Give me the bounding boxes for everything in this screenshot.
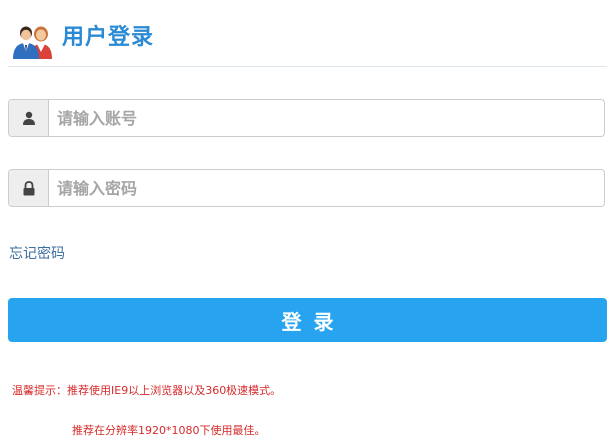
password-input[interactable] [49, 170, 604, 206]
login-page: 用户登录 忘记密码 登录 温馨提示：推荐使用IE9以上浏览器以及360极速模式。… [0, 0, 615, 448]
user-icon [9, 100, 49, 136]
lock-icon [9, 170, 49, 206]
password-group [8, 169, 605, 207]
users-icon [11, 22, 55, 60]
username-input[interactable] [49, 100, 604, 136]
page-title: 用户登录 [62, 25, 155, 50]
username-group [8, 99, 605, 137]
login-button[interactable]: 登录 [8, 298, 607, 342]
tip-browser: 温馨提示：推荐使用IE9以上浏览器以及360极速模式。 [12, 384, 282, 397]
forgot-password-link[interactable]: 忘记密码 [9, 243, 65, 263]
login-header: 用户登录 [8, 18, 607, 67]
tip-resolution: 推荐在分辨率1920*1080下使用最佳。 [72, 424, 266, 437]
